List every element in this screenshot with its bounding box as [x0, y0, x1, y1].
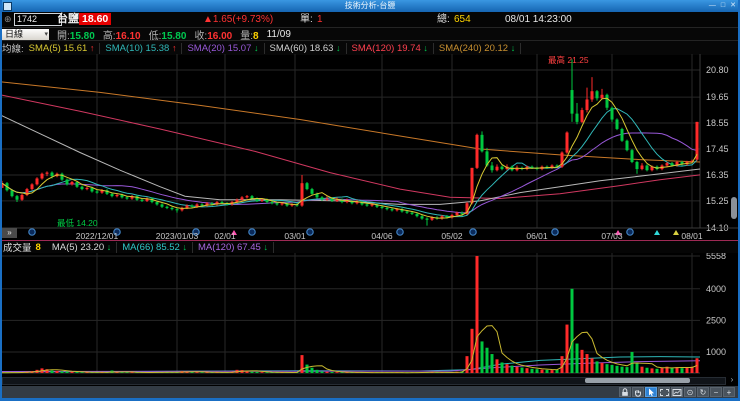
total-volume-label: 總: — [437, 14, 450, 25]
svg-text:20.80: 20.80 — [706, 65, 729, 75]
svg-text:07/03: 07/03 — [601, 231, 623, 240]
region-chart-icon[interactable] — [671, 387, 683, 397]
app-window: 技術分析-台鹽 — □ ✕ ⊕ 1742 台鹽 18.60 ▲1.65(+9.7… — [0, 0, 740, 401]
svg-text:2500: 2500 — [706, 315, 726, 325]
stock-search-icon[interactable]: ⊕ — [4, 13, 12, 26]
stock-code-input[interactable]: 1742 — [14, 13, 62, 26]
single-volume-value: 1 — [317, 14, 323, 25]
scroll-right-arrow[interactable]: › — [727, 376, 737, 384]
volma120-legend: MA(120) 67.45 ↓ — [193, 241, 274, 253]
main-price-chart[interactable]: 20.8019.6518.5517.4516.3515.2514.10最高 21… — [0, 54, 740, 240]
circle-view-icon[interactable]: ⊙ — [684, 387, 696, 397]
svg-text:17.45: 17.45 — [706, 144, 729, 154]
chart-scrollbar: › — [0, 376, 740, 385]
sma-legend: 均線: SMA(5) 15.61 ↑ SMA(10) 15.38 ↑ SMA(2… — [0, 40, 740, 55]
period-select[interactable]: 日線 ▾ — [2, 29, 49, 40]
down-arrow-icon: ↓ — [336, 42, 341, 53]
maximize-button[interactable]: □ — [721, 0, 725, 12]
down-arrow-icon: ↓ — [263, 241, 268, 252]
up-arrow-icon: ↑ — [89, 42, 95, 53]
svg-text:04/06: 04/06 — [371, 231, 393, 240]
zoom-out-button[interactable]: − — [710, 387, 722, 397]
sma240-legend: SMA(240) 20.12 ↓ — [434, 42, 522, 54]
svg-text:最低 14.20: 最低 14.20 — [57, 218, 98, 228]
volma5-legend: MA(5) 23.20 ↓ — [47, 241, 118, 253]
lock-icon[interactable] — [619, 387, 631, 397]
svg-text:4000: 4000 — [706, 284, 726, 294]
sma5-legend: SMA(5) 15.61 ↑ — [24, 42, 101, 54]
right-panel-handle[interactable] — [731, 197, 737, 219]
volume-legend-label: 成交量 — [3, 243, 32, 254]
quote-toolbar: ⊕ 1742 台鹽 18.60 ▲1.65(+9.73%) 單: 1 總: 65… — [0, 12, 740, 27]
sma10-legend: SMA(10) 15.38 ↑ — [100, 42, 183, 54]
sma20-legend: SMA(20) 15.07 ↓ — [182, 42, 265, 54]
zoom-in-button[interactable]: + — [723, 387, 735, 397]
ohlc-toolbar: 日線 ▾ 開:15.80 高:16.10 低:15.80 收:16.00 量:8… — [0, 27, 740, 42]
down-arrow-icon: ↓ — [510, 42, 516, 53]
svg-text:08/01: 08/01 — [681, 231, 703, 240]
single-volume-label: 單: — [300, 14, 313, 25]
stock-name: 台鹽 — [57, 13, 79, 25]
minimize-button[interactable]: — — [709, 0, 716, 12]
volume-legend-value: 8 — [35, 241, 41, 253]
scrollbar-thumb[interactable] — [585, 378, 690, 383]
refresh-icon[interactable]: ↻ — [697, 387, 709, 397]
svg-text:02/01: 02/01 — [214, 231, 236, 240]
pan-hand-icon[interactable] — [632, 387, 644, 397]
price-change: ▲1.65(+9.73%) — [203, 14, 274, 25]
svg-text:03/01: 03/01 — [284, 231, 306, 240]
close-button[interactable]: ✕ — [730, 0, 736, 12]
sma-legend-label: 均線: — [2, 44, 24, 55]
svg-text:2022/12/01: 2022/12/01 — [76, 231, 119, 240]
bottom-toolbar: ⊙ ↻ − + — [0, 386, 740, 398]
volma66-legend: MA(66) 85.52 ↓ — [117, 241, 193, 253]
last-price-badge: 18.60 — [79, 13, 112, 25]
quote-datetime: 08/01 14:23:00 — [505, 14, 572, 25]
svg-text:16.35: 16.35 — [706, 170, 729, 180]
svg-text:18.55: 18.55 — [706, 118, 729, 128]
svg-text:2023/01/03: 2023/01/03 — [156, 231, 199, 240]
sma120-legend: SMA(120) 19.74 ↓ — [347, 42, 434, 54]
title-bar: 技術分析-台鹽 — □ ✕ — [0, 0, 740, 12]
down-arrow-icon: ↓ — [106, 241, 112, 252]
window-title: 技術分析-台鹽 — [344, 1, 396, 10]
svg-text:06/01: 06/01 — [526, 231, 548, 240]
svg-text:19.65: 19.65 — [706, 92, 729, 102]
bar-date: 11/09 — [266, 29, 291, 40]
volume-chart[interactable]: 5558 4000 2500 1000 — [0, 253, 740, 386]
chevron-down-icon: ▾ — [44, 31, 48, 38]
down-arrow-icon: ↓ — [423, 42, 428, 53]
selection-box-icon[interactable] — [658, 387, 670, 397]
svg-text:05/02: 05/02 — [441, 231, 463, 240]
svg-text:最高 21.25: 最高 21.25 — [548, 55, 589, 65]
volume-legend: 成交量 8 MA(5) 23.20 ↓ MA(66) 85.52 ↓ MA(12… — [0, 241, 740, 254]
svg-text:1000: 1000 — [706, 347, 726, 357]
down-arrow-icon: ↓ — [254, 42, 259, 53]
total-volume-value: 654 — [454, 14, 471, 25]
collapse-panel-button[interactable]: » — [2, 228, 17, 238]
svg-text:5558: 5558 — [706, 253, 726, 261]
pointer-icon[interactable] — [645, 387, 657, 397]
sma60-legend: SMA(60) 18.63 ↓ — [265, 42, 347, 54]
up-arrow-icon: ↑ — [171, 42, 177, 53]
svg-text:15.25: 15.25 — [706, 196, 729, 206]
down-arrow-icon: ↓ — [182, 241, 187, 252]
